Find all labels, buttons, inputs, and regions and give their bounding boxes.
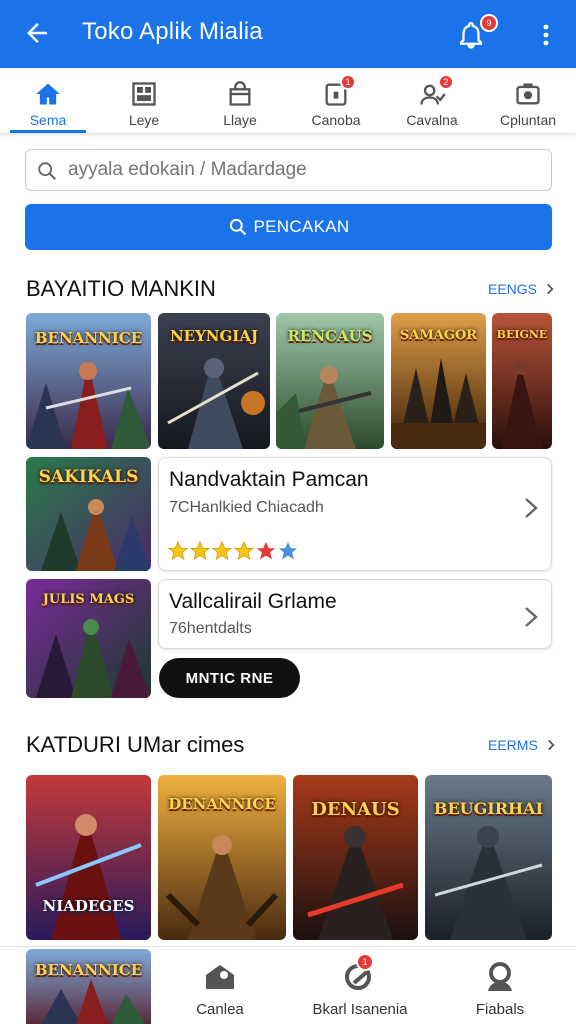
app-bar: Toko Aplik Mialia 9 bbox=[0, 0, 576, 68]
tab-cpluntan[interactable]: Cpluntan bbox=[480, 68, 576, 133]
tab-badge: 2 bbox=[438, 74, 454, 90]
search-button-label: PENCAKAN bbox=[253, 217, 350, 236]
game-title-art: JULIS MAGS bbox=[42, 592, 135, 607]
game-thumbnail[interactable]: RENCAUS bbox=[276, 313, 384, 449]
star-icon bbox=[189, 540, 211, 561]
bottom-nav-item-canlea[interactable]: Canlea bbox=[170, 947, 270, 1024]
game-thumbnail[interactable]: DENANNICE bbox=[158, 775, 286, 940]
chevron-right-icon bbox=[525, 607, 538, 627]
chevron-right-icon bbox=[525, 498, 538, 518]
home-icon bbox=[36, 83, 60, 105]
bag-icon bbox=[229, 81, 251, 106]
game-title-art: BEIGNE bbox=[496, 328, 548, 341]
search-button[interactable]: PENCAKAN bbox=[25, 204, 552, 250]
notification-button[interactable]: 9 bbox=[456, 14, 498, 52]
notification-badge: 9 bbox=[480, 14, 498, 32]
tab-cavalna[interactable]: 2 Cavalna bbox=[384, 68, 480, 133]
section-see-all-link[interactable]: EERMS bbox=[488, 737, 558, 753]
game-thumbnail[interactable]: BEIGNE bbox=[492, 313, 552, 449]
game-thumbnail[interactable]: JULIS MAGS bbox=[26, 579, 151, 698]
tab-label: Llaye bbox=[223, 112, 257, 128]
bottom-nav-item-fiabals[interactable]: Fiabals bbox=[450, 947, 550, 1024]
rating-stars bbox=[167, 540, 299, 562]
tab-label: Leye bbox=[128, 112, 160, 128]
chevron-right-icon bbox=[547, 739, 555, 751]
game-title-art: BEUGIRHAI bbox=[433, 799, 544, 818]
search-field[interactable] bbox=[25, 149, 552, 191]
tab-label: Canoba bbox=[311, 112, 361, 128]
game-title-art: SAKIKALS bbox=[38, 467, 139, 487]
game-thumbnail[interactable]: SAKIKALS bbox=[26, 457, 151, 571]
list-item-title: Nandvaktain Pamcan bbox=[169, 468, 369, 491]
game-thumbnail[interactable]: BENANNICE bbox=[26, 313, 151, 449]
tab-label: Sema bbox=[29, 112, 67, 128]
profile-icon bbox=[488, 962, 512, 991]
game-thumbnail[interactable]: SAMAGOR bbox=[391, 313, 486, 449]
tab-badge: 1 bbox=[340, 74, 356, 90]
game-title-art: DENAUS bbox=[311, 799, 400, 820]
game-title-art: NIADEGES bbox=[42, 897, 135, 915]
search-input[interactable] bbox=[68, 159, 508, 181]
tab-canoba[interactable]: 1 Canoba bbox=[288, 68, 384, 133]
section-link-label: EENGS bbox=[488, 281, 538, 297]
list-item-subtitle: 7CHanlkied Chiacadh bbox=[169, 499, 324, 516]
bottom-navigation: BENANNICE Canlea 1 Bkarl Isanenia Fiabal… bbox=[0, 946, 576, 1024]
star-icon bbox=[278, 541, 298, 560]
section-see-all-link[interactable]: EENGS bbox=[488, 281, 557, 297]
tab-label: Cavalna bbox=[406, 112, 458, 128]
category-tabs: Sema Leye Llaye 1 Canoba 2 Cavalna Cplun… bbox=[0, 68, 576, 134]
app-root: Toko Aplik Mialia 9 Sema Leye Llaye 1 Ca… bbox=[0, 0, 576, 1024]
grid-icon bbox=[132, 82, 156, 106]
more-vert-icon[interactable] bbox=[536, 18, 556, 50]
more-button[interactable]: MNTIC RNE bbox=[159, 658, 300, 698]
arrow-left-icon[interactable] bbox=[22, 18, 52, 48]
list-item-subtitle: 76hentdalts bbox=[169, 620, 252, 637]
game-art-image bbox=[26, 775, 151, 940]
game-thumbnail[interactable]: NEYNGIAJ bbox=[158, 313, 270, 449]
bottom-nav-badge: 1 bbox=[356, 953, 374, 971]
bottom-nav-label: Canlea bbox=[196, 1001, 244, 1018]
star-icon bbox=[256, 541, 276, 560]
list-item-card[interactable]: Vallcalirail Grlame 76hentdalts bbox=[158, 579, 552, 649]
list-item-card[interactable]: Nandvaktain Pamcan 7CHanlkied Chiacadh bbox=[158, 457, 552, 571]
app-title: Toko Aplik Mialia bbox=[82, 18, 263, 45]
game-title-art: BENANNICE bbox=[34, 961, 143, 979]
bottom-nav-item-bkarl[interactable]: 1 Bkarl Isanenia bbox=[300, 947, 420, 1024]
bottom-nav-label: Fiabals bbox=[475, 1001, 525, 1018]
game-title-art: RENCAUS bbox=[287, 327, 373, 345]
bottom-nav-label: Bkarl Isanenia bbox=[312, 1001, 408, 1018]
section-link-label: EERMS bbox=[488, 737, 538, 753]
game-title-art: BENANNICE bbox=[34, 329, 143, 347]
search-icon bbox=[38, 162, 56, 180]
game-title-art: SAMAGOR bbox=[399, 328, 478, 343]
tab-llaye[interactable]: Llaye bbox=[192, 68, 288, 133]
game-title-art: NEYNGIAJ bbox=[169, 327, 259, 345]
star-icon bbox=[167, 540, 189, 561]
section-title: KATDURI UMar cimes bbox=[26, 732, 245, 757]
star-icon bbox=[211, 540, 233, 561]
tab-leye[interactable]: Leye bbox=[96, 68, 192, 133]
camera-icon bbox=[516, 83, 540, 105]
chevron-right-icon bbox=[547, 283, 554, 295]
tab-label: Cpluntan bbox=[499, 112, 557, 128]
game-title-art: DENANNICE bbox=[168, 795, 276, 813]
home-person-icon bbox=[206, 965, 234, 989]
list-item-title: Vallcalirail Grlame bbox=[169, 590, 337, 613]
star-icon bbox=[233, 540, 255, 561]
search-icon bbox=[229, 218, 246, 236]
game-thumbnail[interactable]: BEUGIRHAI bbox=[425, 775, 552, 940]
bottom-game-thumbnail[interactable]: BENANNICE bbox=[26, 949, 151, 1024]
game-thumbnail[interactable]: DENAUS bbox=[293, 775, 418, 940]
game-thumbnail[interactable]: NIADEGES bbox=[26, 775, 151, 940]
tab-sema[interactable]: Sema bbox=[0, 68, 96, 133]
section-title: BAYAITIO MANKIN bbox=[26, 276, 216, 301]
